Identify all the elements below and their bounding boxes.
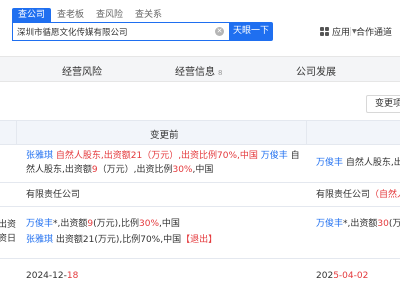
change-record-table: 变更前 张雅琪 自然人股东,出资额21（万元）,出资比例70%,中国 万俊丰 自… bbox=[0, 120, 400, 300]
search-input[interactable] bbox=[13, 23, 209, 40]
change-amount: 30 bbox=[377, 219, 389, 229]
table-row: 张雅琪 自然人股东,出资额21（万元）,出资比例70%,中国 万俊丰 自 然人股… bbox=[0, 145, 400, 183]
table-row: 出资 资日 万俊丰*,出资额9(万元),比例30%,中国 张雅琪 出资额21(万… bbox=[0, 207, 400, 259]
change-item-filter[interactable]: 变更项目 bbox=[366, 95, 400, 113]
change-percent: 30% bbox=[139, 219, 160, 229]
date-text: 2024-12-18 bbox=[26, 271, 79, 281]
before-value: 万俊丰*,出资额9(万元),比例30%,中国 bbox=[26, 217, 180, 231]
change-text: 自然人股东,出资额21（万元）,出资比例70%,中国 bbox=[53, 151, 261, 161]
before-value: 张雅琪 自然人股东,出资额21（万元）,出资比例70%,中国 万俊丰 自 bbox=[26, 149, 300, 163]
shareholder-link[interactable]: 万俊丰 bbox=[26, 219, 53, 229]
change-text: 自然人股东,出 bbox=[343, 158, 400, 168]
shareholder-link[interactable]: 万俊丰 bbox=[316, 219, 343, 229]
search-box: ✕ bbox=[12, 22, 230, 41]
change-text: 自 bbox=[287, 151, 300, 161]
section-nav: 经营风险 经营信息 8 公司发展 bbox=[0, 56, 400, 82]
before-value: 有限责任公司 bbox=[26, 190, 81, 200]
tab-boss[interactable]: 查老板 bbox=[51, 8, 90, 22]
nav-item-business-risk[interactable]: 经营风险 bbox=[62, 63, 102, 78]
change-text: 有限责任公司（自然人 bbox=[316, 190, 400, 200]
nav-item-label: 公司发展 bbox=[296, 67, 336, 78]
nav-item-development[interactable]: 公司发展 bbox=[296, 63, 336, 78]
before-date: 2024-12-18 bbox=[26, 269, 78, 283]
shareholder-link[interactable]: 万俊丰 bbox=[316, 158, 343, 168]
change-text: *,出资额 bbox=[343, 219, 378, 229]
shareholder-link[interactable]: 张雅琪 bbox=[26, 151, 53, 161]
nav-item-business-info[interactable]: 经营信息 8 bbox=[175, 63, 222, 78]
search-button[interactable]: 天眼一下 bbox=[229, 22, 273, 41]
row-label-fragment: 出资 bbox=[0, 220, 17, 230]
table-row: 2024-12-18 2025-04-02 bbox=[0, 259, 400, 300]
change-text: ,中国 bbox=[159, 219, 180, 229]
exit-badge: 【退出】 bbox=[181, 235, 218, 245]
change-text: 然人股东,出资额 bbox=[26, 165, 92, 175]
tab-risk[interactable]: 查风险 bbox=[90, 8, 129, 22]
change-text: *,出资额 bbox=[53, 219, 88, 229]
app-menu[interactable]: 应用 ▼ bbox=[320, 25, 357, 38]
tab-relation[interactable]: 查关系 bbox=[129, 8, 168, 22]
change-text: (万元),比例 bbox=[93, 219, 140, 229]
partner-link[interactable]: 合作通道 bbox=[356, 25, 392, 38]
after-value: 万俊丰 自然人股东,出 bbox=[316, 156, 400, 170]
column-header-before: 变更前 bbox=[150, 130, 179, 141]
before-value-line2: 然人股东,出资额9（万元）,出资比例30%,中国 bbox=[26, 163, 213, 177]
date-text: 2025-04-02 bbox=[316, 271, 369, 281]
clear-icon[interactable]: ✕ bbox=[215, 27, 224, 36]
change-text: 出资额21(万元),比例70%,中国 bbox=[53, 235, 182, 245]
row-label-fragment: 资日 bbox=[0, 234, 17, 244]
change-percent: 30% bbox=[172, 165, 193, 175]
change-text: （万元）,出资比例 bbox=[97, 165, 173, 175]
nav-item-label: 经营风险 bbox=[62, 67, 102, 78]
after-value: 万俊丰*,出资额30(万 bbox=[316, 217, 400, 231]
nav-item-label: 经营信息 bbox=[175, 67, 215, 78]
app-menu-label: 应用 bbox=[332, 28, 351, 38]
tab-company[interactable]: 查公司 bbox=[12, 8, 52, 22]
after-date: 2025-04-02 bbox=[316, 269, 368, 283]
top-header: 查公司 查老板 查风险 查关系 ✕ 天眼一下 应用 ▼ 合作通道 bbox=[0, 0, 400, 56]
search-type-tabs: 查公司 查老板 查风险 查关系 bbox=[12, 8, 168, 22]
change-text: ,中国 bbox=[192, 165, 214, 175]
nav-item-count: 8 bbox=[218, 69, 223, 77]
grid-icon bbox=[320, 27, 329, 36]
header-divider bbox=[350, 27, 351, 36]
table-row: 有限责任公司 有限责任公司（自然人 bbox=[0, 183, 400, 207]
shareholder-link[interactable]: 万俊丰 bbox=[261, 151, 288, 161]
after-value: 有限责任公司（自然人 bbox=[316, 188, 400, 202]
shareholder-link[interactable]: 张雅琪 bbox=[26, 235, 53, 245]
table-header: 变更前 bbox=[0, 121, 400, 145]
before-value-line2: 张雅琪 出资额21(万元),比例70%,中国【退出】 bbox=[26, 233, 217, 247]
change-text: (万 bbox=[388, 219, 400, 229]
